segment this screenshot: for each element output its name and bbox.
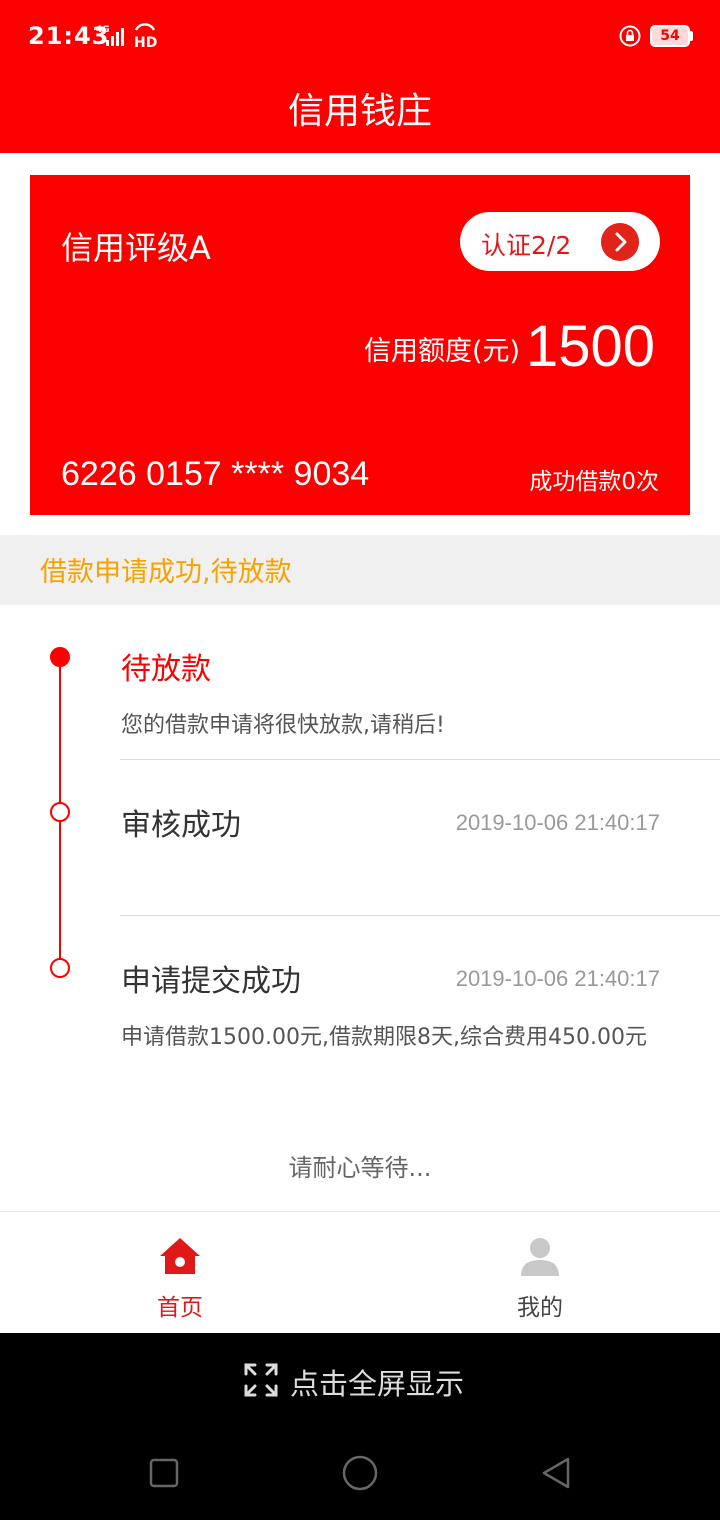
fullscreen-label: 点击全屏显示	[290, 1367, 465, 1401]
battery-indicator: 54	[650, 25, 690, 47]
system-navigation-bar: 点击全屏显示	[0, 1333, 720, 1520]
notice-text: 借款申请成功,待放款	[40, 557, 292, 588]
home-button-icon[interactable]	[340, 1453, 380, 1493]
signal-icon: 4G HD	[96, 23, 157, 50]
nav-label-mine: 我的	[517, 1295, 563, 1321]
borrow-count: 成功借款0次	[529, 469, 659, 495]
network-type: 4G	[96, 25, 110, 35]
timeline-dot-active	[50, 647, 70, 667]
bottom-nav: 首页 我的	[0, 1211, 720, 1333]
certification-label: 认证2/2	[481, 231, 572, 260]
timeline-title: 审核成功	[121, 808, 241, 843]
fullscreen-button[interactable]: 点击全屏显示	[0, 1357, 720, 1407]
timeline-time: 2019-10-06 21:40:17	[455, 810, 660, 835]
page-title: 信用钱庄	[287, 91, 432, 132]
quota-label: 信用额度(元)	[364, 336, 521, 367]
timeline-time: 2019-10-06 21:40:17	[455, 966, 660, 991]
timeline-title: 待放款	[121, 652, 211, 687]
credit-card: 信用评级A 认证2/2 信用额度(元) 1500 6226 0157 **** …	[30, 175, 690, 515]
back-icon[interactable]	[536, 1453, 576, 1493]
nav-label-home: 首页	[157, 1295, 203, 1321]
app-header: 21:43 4G HD 54 信用钱庄	[0, 0, 720, 153]
chevron-right-icon	[601, 223, 639, 261]
recent-apps-icon[interactable]	[144, 1453, 184, 1493]
battery-tip	[690, 31, 693, 41]
expand-icon	[244, 1363, 278, 1397]
hd-label: HD	[134, 35, 157, 50]
card-number: 6226 0157 **** 9034	[61, 455, 370, 493]
timeline-dot	[50, 802, 70, 822]
nav-item-home[interactable]: 首页	[0, 1212, 360, 1334]
credit-grade: 信用评级A	[61, 229, 211, 267]
home-icon	[160, 1238, 200, 1274]
divider	[120, 915, 720, 916]
timeline-desc: 申请借款1500.00元,借款期限8天,综合费用450.00元	[121, 1025, 647, 1050]
nav-item-mine[interactable]: 我的	[360, 1212, 720, 1334]
timeline-title: 申请提交成功	[121, 964, 301, 999]
certification-button[interactable]: 认证2/2	[460, 212, 660, 271]
status-notice: 借款申请成功,待放款	[0, 535, 720, 605]
wait-text: 请耐心等待...	[288, 1154, 432, 1182]
quota-value: 1500	[526, 314, 656, 379]
rotation-lock-icon	[619, 25, 641, 47]
divider	[120, 759, 720, 760]
timeline-dot	[50, 958, 70, 978]
timeline-desc: 您的借款申请将很快放款,请稍后!	[121, 713, 445, 738]
user-icon	[521, 1238, 559, 1276]
status-bar: 21:43 4G HD 54	[0, 0, 720, 72]
